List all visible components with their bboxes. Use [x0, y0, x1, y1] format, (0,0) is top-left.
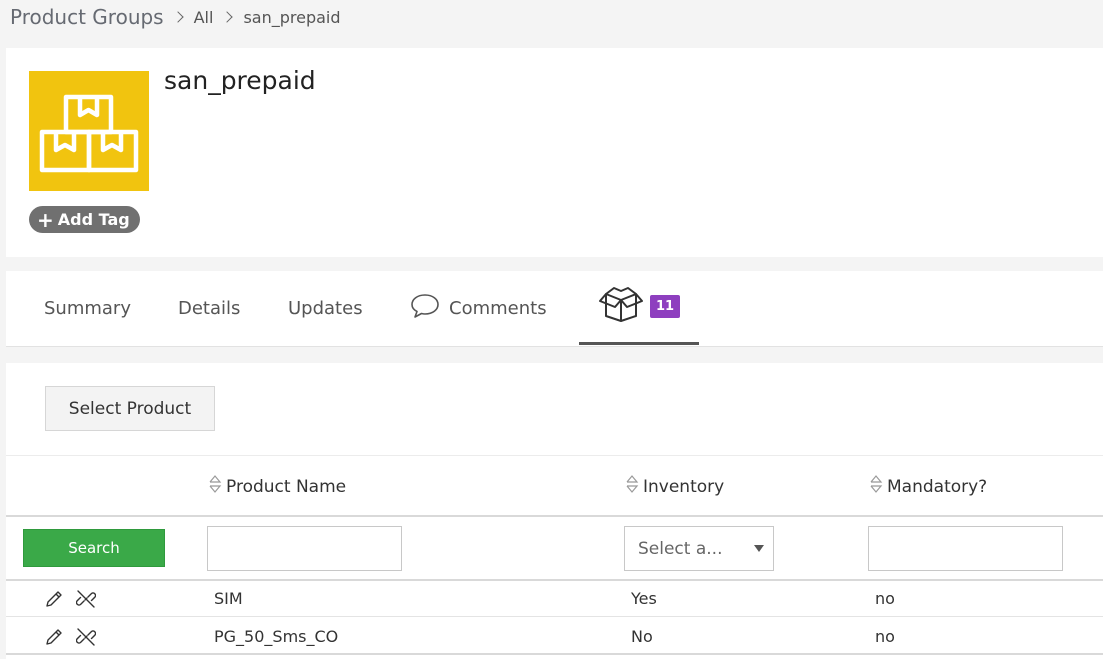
column-header-label: Inventory: [643, 476, 725, 497]
add-tag-button[interactable]: + Add Tag: [29, 206, 140, 233]
mandatory-cell: no: [875, 589, 895, 608]
select-product-button[interactable]: Select Product: [45, 386, 215, 431]
product-name-filter-input[interactable]: [207, 526, 402, 571]
header-divider: [6, 515, 1103, 517]
box-icon: [598, 286, 644, 327]
edit-pencil-icon[interactable]: [44, 589, 64, 613]
sort-icon: [625, 474, 639, 499]
sort-icon: [208, 474, 222, 499]
chevron-right-icon: [221, 11, 234, 23]
edit-pencil-icon[interactable]: [44, 627, 64, 651]
record-title: san_prepaid: [164, 66, 316, 95]
inventory-cell: No: [631, 627, 653, 646]
search-button[interactable]: Search: [23, 529, 165, 567]
inventory-cell: Yes: [631, 589, 657, 608]
divider: [6, 455, 1103, 456]
add-tag-label: Add Tag: [57, 210, 130, 229]
tab-bar: Summary Details Updates Comments 11: [6, 271, 1103, 347]
product-name-cell: PG_50_Sms_CO: [214, 627, 339, 646]
column-header-product-name[interactable]: Product Name: [208, 474, 346, 499]
row-actions: [44, 589, 108, 613]
product-count-badge: 11: [649, 295, 681, 318]
unlink-icon[interactable]: [75, 627, 97, 651]
sort-icon: [869, 474, 883, 499]
inventory-filter-select[interactable]: Select a...: [624, 526, 774, 571]
column-header-label: Mandatory?: [887, 476, 988, 497]
product-name-cell: SIM: [214, 589, 243, 608]
table-row: SIM Yes no: [6, 580, 1103, 617]
comment-icon: [410, 293, 449, 324]
caret-down-icon: [754, 545, 764, 552]
breadcrumb: Product Groups All san_prepaid: [10, 2, 341, 32]
breadcrumb-root[interactable]: Product Groups: [10, 5, 164, 29]
tab-comments-label: Comments: [449, 298, 547, 319]
table-row: PG_50_Sms_CO No no: [6, 618, 1103, 655]
mandatory-filter-input[interactable]: [868, 526, 1063, 571]
plus-icon: +: [37, 207, 54, 232]
tab-comments[interactable]: Comments: [410, 271, 547, 346]
record-header: san_prepaid + Add Tag: [6, 48, 1103, 257]
package-boxes-icon: [29, 71, 149, 191]
column-header-label: Product Name: [226, 476, 347, 497]
tab-products[interactable]: 11: [579, 271, 699, 345]
mandatory-cell: no: [875, 627, 895, 646]
inventory-filter-value: Select a...: [638, 538, 723, 559]
column-header-inventory[interactable]: Inventory: [625, 474, 724, 499]
column-header-mandatory[interactable]: Mandatory?: [869, 474, 987, 499]
tab-updates[interactable]: Updates: [288, 271, 363, 346]
breadcrumb-item-all[interactable]: All: [194, 8, 214, 27]
breadcrumb-item-current: san_prepaid: [243, 7, 341, 27]
row-actions: [44, 627, 108, 651]
unlink-icon[interactable]: [75, 589, 97, 613]
chevron-right-icon: [171, 11, 184, 23]
products-panel: Select Product Product Name Inventory Ma…: [6, 363, 1103, 659]
tab-details[interactable]: Details: [178, 271, 240, 346]
tab-summary[interactable]: Summary: [44, 271, 131, 346]
